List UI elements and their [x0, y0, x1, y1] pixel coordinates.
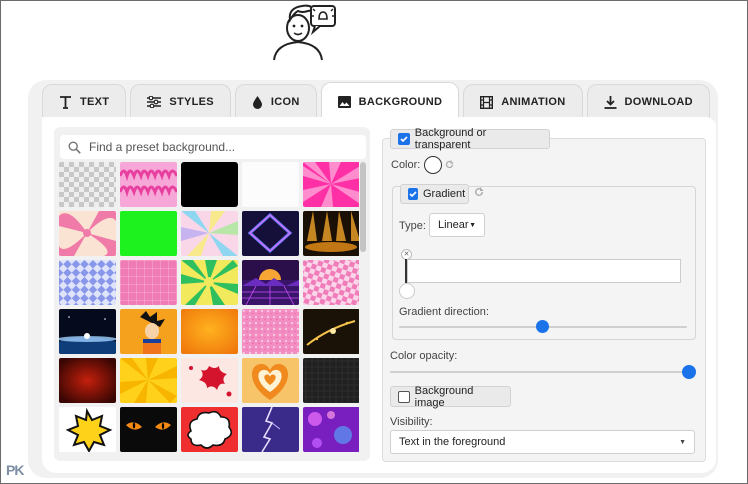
gradient-direction-label: Gradient direction:: [399, 306, 489, 318]
preset-pink-flames[interactable]: [120, 162, 177, 207]
gradient-label: Gradient: [423, 188, 466, 200]
preset-black[interactable]: [181, 162, 238, 207]
caret-down-icon: ▼: [679, 438, 686, 446]
gradient-type-select[interactable]: Linear ▼: [429, 213, 485, 237]
preset-retro-sunset[interactable]: [242, 260, 299, 305]
preset-white[interactable]: [242, 162, 299, 207]
caret-down-icon: ▼: [469, 221, 476, 229]
preset-orange-hearts[interactable]: [242, 358, 299, 403]
tab-label: ICON: [270, 96, 300, 108]
preset-red-halftone[interactable]: [59, 358, 116, 403]
preset-pink-glitter[interactable]: [242, 309, 299, 354]
preset-pink-checker-warp[interactable]: [303, 260, 359, 305]
gradient-stop-handle[interactable]: [399, 283, 415, 299]
color-opacity-label: Color opacity:: [390, 350, 458, 362]
preset-scrollbar[interactable]: [360, 162, 366, 252]
preset-lightning[interactable]: [242, 407, 299, 452]
bg-or-transparent-toggle[interactable]: Background or transparent: [390, 127, 550, 151]
preset-neon-diamond[interactable]: [242, 211, 299, 256]
preset-yellow-rays[interactable]: [120, 358, 177, 403]
tab-label: ANIMATION: [501, 96, 566, 108]
preset-anime-character[interactable]: [120, 309, 177, 354]
search-box[interactable]: Find a preset background...: [60, 135, 366, 159]
preset-comic-burst[interactable]: [59, 407, 116, 452]
preset-pink-rays[interactable]: [303, 162, 359, 207]
color-opacity-track[interactable]: [390, 371, 690, 373]
tab-text[interactable]: TEXT: [42, 84, 127, 119]
preset-pink-grid[interactable]: [120, 260, 177, 305]
film-icon: [480, 95, 494, 109]
preset-gold-sparkle[interactable]: [303, 309, 359, 354]
preset-blue-checker[interactable]: [59, 260, 116, 305]
tab-background[interactable]: BACKGROUND: [320, 82, 460, 120]
visibility-select[interactable]: Text in the foreground ▼: [390, 430, 695, 454]
tab-download[interactable]: DOWNLOAD: [586, 84, 710, 119]
download-icon: [604, 95, 616, 109]
preset-grid: [59, 162, 359, 460]
watermark: PK: [6, 462, 24, 478]
image-icon: [337, 95, 351, 108]
color-opacity-thumb[interactable]: [682, 365, 696, 379]
tab-bar: TEXT STYLES ICON BACKGROUND ANIMATION DO…: [42, 82, 710, 120]
tab-icon[interactable]: ICON: [234, 84, 317, 119]
checkbox[interactable]: [398, 133, 410, 145]
gradient-preview-bar[interactable]: [407, 259, 681, 283]
checkbox[interactable]: [408, 188, 418, 200]
preset-comic-cloud[interactable]: [181, 407, 238, 452]
type-label: Type:: [399, 220, 426, 232]
drop-icon: [252, 95, 262, 109]
color-label: Color:: [391, 159, 421, 171]
preset-pastel-rays[interactable]: [181, 211, 238, 256]
reset-color-icon[interactable]: [445, 160, 454, 169]
search-input[interactable]: Find a preset background...: [89, 140, 235, 154]
text-t-icon: [60, 95, 71, 109]
preset-green[interactable]: [120, 211, 177, 256]
gradient-direction-thumb[interactable]: [536, 320, 549, 333]
logo-icon: [273, 4, 336, 61]
color-swatch[interactable]: [424, 156, 442, 174]
search-icon: [68, 140, 81, 154]
preset-transparent-checker[interactable]: [59, 162, 116, 207]
checkbox[interactable]: [398, 390, 410, 403]
reset-gradient-icon[interactable]: [474, 187, 484, 197]
gradient-toggle[interactable]: Gradient: [400, 184, 469, 204]
bg-image-toggle[interactable]: Background image: [390, 384, 511, 409]
tab-animation[interactable]: ANIMATION: [463, 84, 583, 119]
preset-orange-gradient[interactable]: [181, 309, 238, 354]
gradient-type-value: Linear: [438, 219, 469, 231]
preset-cat-eyes[interactable]: [120, 407, 177, 452]
tab-label: TEXT: [80, 96, 110, 108]
preset-pink-swirl[interactable]: [59, 211, 116, 256]
tab-label: STYLES: [169, 96, 214, 108]
preset-stage-lights[interactable]: [303, 211, 359, 256]
preset-purple-bokeh[interactable]: [303, 407, 359, 452]
preset-red-splat[interactable]: [181, 358, 238, 403]
bg-image-label: Background image: [414, 384, 474, 409]
preset-dark-pattern[interactable]: [303, 358, 359, 403]
tab-styles[interactable]: STYLES: [130, 84, 231, 119]
tab-label: DOWNLOAD: [624, 96, 693, 108]
visibility-value: Text in the foreground: [399, 436, 506, 448]
preset-green-rays[interactable]: [181, 260, 238, 305]
sliders-icon: [147, 96, 162, 108]
preset-space-earth[interactable]: [59, 309, 116, 354]
bg-or-transparent-label: Background or transparent: [414, 127, 487, 151]
visibility-label: Visibility:: [390, 416, 433, 428]
tab-label: BACKGROUND: [358, 95, 443, 108]
